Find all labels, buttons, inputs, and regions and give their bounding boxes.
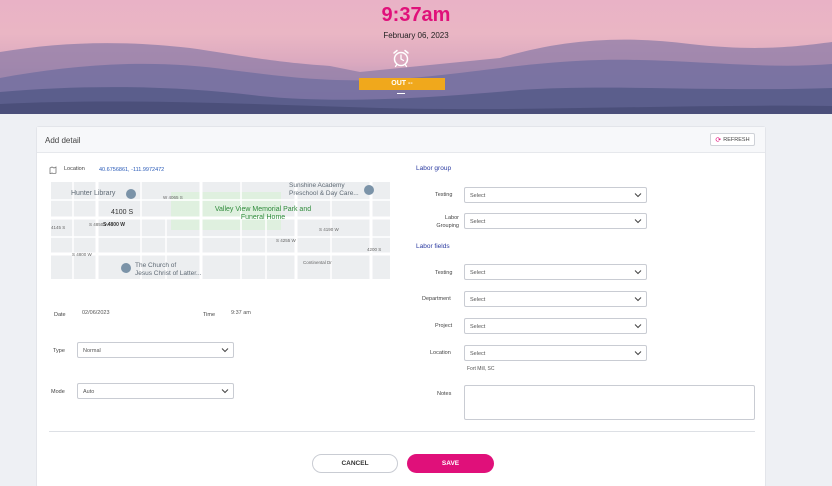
mode-label: Mode [51, 389, 65, 395]
labor-group-testing-label: Testing [435, 192, 453, 198]
mode-select-value: Auto [83, 389, 95, 395]
map-label: Sunshine Academy Preschool & Day Care... [289, 182, 359, 197]
map-label: S 4255 W [276, 238, 296, 243]
select-value: Select [470, 219, 486, 225]
labor-grouping-label: Labor Grouping [436, 215, 459, 229]
map-label: 4200 S [367, 247, 382, 252]
location-hint: Fort Mill, SC [467, 366, 495, 372]
chevron-down-icon [221, 389, 229, 394]
labor-group-testing-select[interactable]: Select [464, 187, 647, 203]
current-date: February 06, 2023 [383, 31, 449, 40]
notes-textarea[interactable] [464, 385, 755, 420]
punch-status-badge: OUT -- [359, 78, 445, 90]
select-value: Select [470, 297, 486, 303]
location-coordinates-link[interactable]: 40.6756861, -111.9972472 [99, 167, 164, 173]
card-header: Add detail ⟳ REFRESH [37, 127, 765, 153]
map-label: Continental Dr [303, 260, 332, 265]
project-label: Project [435, 323, 453, 329]
chevron-down-icon [634, 270, 642, 275]
add-detail-card: Add detail ⟳ REFRESH Location 40.6756861… [36, 126, 766, 486]
chevron-down-icon [634, 297, 642, 302]
select-value: Select [470, 324, 486, 330]
type-select-value: Normal [83, 348, 101, 354]
type-label: Type [53, 348, 65, 354]
department-select[interactable]: Select [464, 291, 647, 307]
map-label: S 4190 W [319, 227, 339, 232]
labor-fields-title: Labor fields [416, 243, 450, 250]
labor-location-select[interactable]: Select [464, 345, 647, 361]
current-time: 9:37am [381, 4, 451, 26]
card-title: Add detail [45, 136, 81, 145]
time-label: Time [203, 312, 216, 318]
map-icon [49, 166, 57, 174]
location-map[interactable]: Hunter Library W 4065 S Sunshine Academy… [51, 182, 390, 279]
chevron-down-icon [634, 324, 642, 329]
date-label: Date [54, 312, 66, 318]
mode-select[interactable]: Auto [77, 383, 234, 399]
select-value: Select [470, 270, 486, 276]
department-label: Department [422, 296, 451, 302]
labor-location-label: Location [430, 350, 451, 356]
map-label: S 4800 W [72, 252, 92, 257]
status-divider [397, 93, 405, 94]
map-label: The Church of [135, 262, 177, 269]
type-select[interactable]: Normal [77, 342, 234, 358]
chevron-down-icon [634, 193, 642, 198]
map-label: Valley View Memorial Park and Funeral Ho… [214, 206, 312, 221]
cancel-button[interactable]: CANCEL [312, 454, 398, 473]
map-label: Hunter Library [71, 190, 116, 197]
chevron-down-icon [634, 219, 642, 224]
select-value: Select [470, 193, 486, 199]
chevron-down-icon [221, 348, 229, 353]
map-label: 4145 S [51, 225, 66, 230]
alarm-clock-icon [393, 49, 409, 68]
map-label: S 4800 W [103, 222, 125, 228]
map-label: W 4065 S [163, 195, 183, 200]
notes-label: Notes [437, 391, 452, 397]
map-label: 4100 S [111, 209, 134, 216]
refresh-label: REFRESH [723, 136, 750, 143]
date-value: 02/06/2023 [82, 310, 110, 316]
save-button[interactable]: SAVE [407, 454, 494, 473]
map-label: Jesus Christ of Latter... [135, 270, 202, 277]
header-banner: 9:37am February 06, 2023 OUT -- [0, 0, 832, 114]
time-value: 9:37 am [231, 310, 251, 316]
chevron-down-icon [634, 351, 642, 356]
labor-group-title: Labor group [416, 165, 452, 172]
refresh-button[interactable]: ⟳ REFRESH [710, 133, 755, 146]
select-value: Select [470, 351, 486, 357]
labor-grouping-select[interactable]: Select [464, 213, 647, 229]
project-select[interactable]: Select [464, 318, 647, 334]
location-label: Location [64, 166, 85, 172]
labor-field-testing-select[interactable]: Select [464, 264, 647, 280]
labor-field-testing-label: Testing [435, 270, 453, 276]
form-divider [49, 431, 755, 432]
refresh-icon: ⟳ [715, 136, 722, 144]
